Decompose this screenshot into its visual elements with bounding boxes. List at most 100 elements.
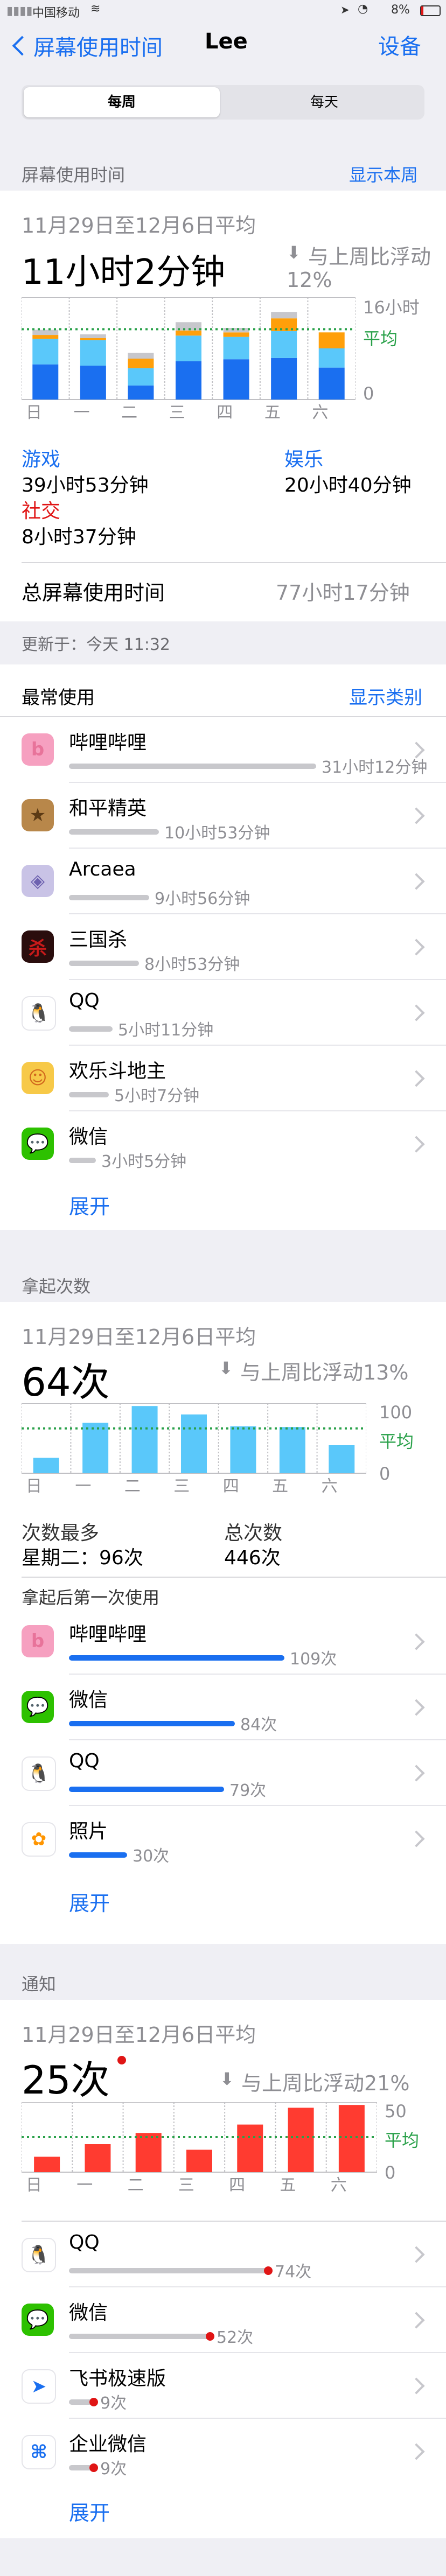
photos-icon: ✿: [22, 1822, 56, 1857]
usage-value: 30次: [133, 1847, 170, 1866]
app-name: 微信: [69, 1689, 108, 1711]
bar-游戏: [176, 361, 201, 400]
bar-娱乐: [128, 368, 154, 386]
app-name: 飞书极速版: [69, 2368, 166, 2390]
bar-其他: [80, 334, 106, 338]
usage-bar: [69, 1787, 224, 1792]
bar: [85, 2144, 111, 2172]
usage-bar: [69, 961, 139, 966]
notifications-chart-yzero: 0: [385, 2162, 396, 2183]
notification-dot-icon: [89, 2398, 98, 2406]
feishu-icon: ➤: [22, 2369, 56, 2404]
notification-dot-icon: [117, 2056, 126, 2064]
show-this-week-link[interactable]: 显示本周: [349, 162, 418, 186]
bar-游戏: [32, 364, 59, 400]
wechat-icon: 💬: [22, 1128, 54, 1160]
bar-社交: [318, 332, 345, 348]
usage-value: 9小时56分钟: [155, 890, 250, 908]
first-used-header: 拿起后第一次使用: [22, 1587, 160, 1608]
list-item[interactable]: b 哔哩哔哩 109次: [0, 1609, 446, 1675]
list-item[interactable]: ✿ 照片 30次: [0, 1806, 446, 1872]
list-item[interactable]: 🐧 QQ 74次: [0, 2222, 446, 2287]
notifications-expand[interactable]: 展开: [69, 2496, 110, 2526]
arcaea-icon: ◈: [22, 865, 54, 897]
tick-label: 一: [76, 2176, 93, 2194]
qq-icon: 🐧: [22, 1756, 56, 1791]
most-used-card: 最常使用 显示类别 b 哔哩哔哩 31小时12分钟 ★ 和平精英 10小时53分钟 ◈ Arc…: [0, 664, 446, 1230]
updated-time: 更新于：今天 11:32: [22, 635, 170, 654]
category-games-value: 39小时53分钟: [22, 474, 149, 496]
notifications-header: 通知: [22, 1974, 57, 1994]
usage-bar: [69, 1655, 284, 1661]
segment-weekly[interactable]: 每周: [24, 87, 220, 117]
list-item[interactable]: 杀三国杀 8小时53分钟: [0, 914, 446, 980]
list-item[interactable]: 💬 微信 52次: [0, 2287, 446, 2353]
list-item[interactable]: 💬 微信 3小时5分钟: [0, 1111, 446, 1177]
bilibili-icon: b: [22, 733, 54, 766]
pickups-chart-yzero: 0: [379, 1464, 391, 1484]
app-name: 微信: [69, 1126, 108, 1148]
list-item[interactable]: ◈ Arcaea 9小时56分钟: [0, 849, 446, 914]
notifications-chart-avg-label: 平均: [385, 2130, 420, 2151]
wechat-icon: 💬: [22, 2304, 54, 2336]
usage-value: 109次: [290, 1650, 337, 1669]
total-screen-time-value: 77小时17分钟: [276, 581, 410, 605]
screen-time-card: 11月29日至12月6日平均 11小时2分钟 ⬇ 与上周比浮动 12% 日 一 二 三…: [0, 191, 446, 621]
list-item[interactable]: ➤ 飞书极速版 9次: [0, 2353, 446, 2419]
back-button[interactable]: 屏幕使用时间: [5, 24, 183, 64]
bar-娱乐: [318, 348, 345, 368]
tick-label: 二: [128, 2176, 144, 2194]
list-item[interactable]: ⌘ 企业微信 9次: [0, 2419, 446, 2484]
battery-icon: [420, 5, 441, 16]
bar-社交: [32, 335, 59, 339]
tick-label: 四: [223, 1477, 239, 1495]
usage-bar: [69, 1092, 109, 1097]
app-name: QQ: [69, 990, 100, 1012]
usage-bar: [69, 1852, 127, 1858]
list-item[interactable]: 🐧 QQ 5小时11分钟: [0, 980, 446, 1046]
bar-社交: [128, 359, 154, 368]
tick-label: 六: [331, 2176, 347, 2194]
devices-button[interactable]: 设备: [378, 29, 421, 60]
category-social-name: 社交: [22, 500, 61, 522]
list-item[interactable]: 🐧 QQ 79次: [0, 1740, 446, 1806]
peace-elite-icon: ★: [22, 799, 54, 831]
show-categories-link[interactable]: 显示类别: [349, 683, 422, 709]
total-pickups-label: 总次数: [224, 1522, 283, 1544]
bar: [329, 1445, 355, 1473]
list-item[interactable]: 💬 微信 84次: [0, 1675, 446, 1740]
wechat-icon: 💬: [22, 1691, 54, 1723]
chevron-right-icon: [408, 1004, 425, 1021]
pickups-expand[interactable]: 展开: [69, 1887, 110, 1916]
bilibili-icon: b: [22, 1625, 54, 1657]
tick-label: 日: [26, 2176, 42, 2194]
usage-bar: [69, 2334, 209, 2339]
segment-daily[interactable]: 每天: [226, 87, 422, 117]
app-name: Arcaea: [69, 858, 136, 880]
bar-娱乐: [223, 337, 249, 360]
location-icon: ➤: [340, 3, 350, 16]
wecom-icon: ⌘: [22, 2435, 56, 2469]
list-item[interactable]: b 哔哩哔哩 31小时12分钟: [0, 717, 446, 783]
total-pickups-value: 446次: [224, 1547, 281, 1569]
bar-社交: [176, 330, 201, 336]
category-entertainment-name: 娱乐: [284, 449, 324, 471]
down-arrow-icon: ⬇: [219, 1358, 233, 1378]
tick-label: 日: [26, 1477, 42, 1495]
bar: [181, 1414, 207, 1473]
pickups-card: 11月29日至12月6日平均 64次 ⬇ 与上周比浮动13% 日 一 二 三 四 五 六 1…: [0, 1302, 446, 1944]
list-item[interactable]: ★ 和平精英 10小时53分钟: [0, 783, 446, 849]
most-used-expand[interactable]: 展开: [69, 1190, 110, 1220]
chart-svg: 日一二三四五六: [21, 1403, 372, 1496]
down-arrow-icon: ⬇: [287, 242, 301, 263]
tick-label: 四: [217, 403, 233, 421]
usage-value: 8小时53分钟: [144, 955, 240, 974]
down-arrow-icon: ⬇: [220, 2069, 234, 2089]
app-name: QQ: [69, 1750, 100, 1772]
chart-svg: 日一二三四五六: [21, 2102, 382, 2195]
chevron-right-icon: [408, 873, 425, 890]
pickups-chart-avg-label: 平均: [379, 1431, 414, 1452]
app-name: 和平精英: [69, 797, 147, 820]
list-item[interactable]: ☺ 欢乐斗地主 5小时7分钟: [0, 1046, 446, 1111]
app-name: 微信: [69, 2302, 108, 2324]
